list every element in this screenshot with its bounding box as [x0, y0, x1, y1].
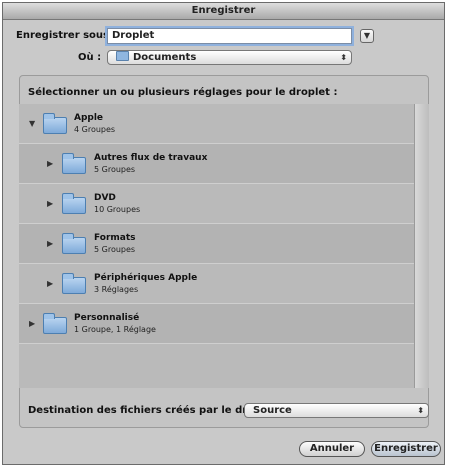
folder-icon	[43, 113, 67, 134]
list-item[interactable]: ▶ Autres flux de travaux 5 Groupes	[19, 144, 414, 184]
list-item-subtitle: 3 Réglages	[94, 285, 139, 294]
chevron-down-icon[interactable]: ▼	[29, 119, 35, 128]
list-item-title: Formats	[94, 233, 136, 243]
location-value: Documents	[133, 52, 197, 63]
list-item-title: Périphériques Apple	[94, 273, 198, 283]
folder-icon	[62, 153, 86, 174]
chevron-right-icon[interactable]: ▶	[29, 319, 35, 328]
list-item-subtitle: 1 Groupe, 1 Réglage	[74, 325, 156, 334]
list-item-subtitle: 5 Groupes	[94, 165, 136, 174]
chevron-right-icon[interactable]: ▶	[47, 199, 53, 208]
cancel-button[interactable]: Annuler	[299, 441, 365, 457]
folder-icon	[43, 313, 67, 334]
list-item[interactable]: ▼ Apple 4 Groupes	[19, 104, 414, 144]
list-item[interactable]: ▶ Formats 5 Groupes	[19, 224, 414, 264]
presets-list[interactable]: ▼ Apple 4 Groupes ▶ Autres flux de trava…	[19, 104, 414, 388]
list-item-subtitle: 5 Groupes	[94, 245, 136, 254]
presets-heading: Sélectionner un ou plusieurs réglages po…	[28, 87, 338, 98]
folder-icon	[62, 193, 86, 214]
save-as-input[interactable]: Droplet	[107, 28, 352, 44]
folder-icon	[62, 233, 86, 254]
list-item-subtitle: 4 Groupes	[74, 125, 116, 134]
list-item-title: Personnalisé	[74, 313, 140, 323]
updown-arrows-icon: ⬍	[417, 406, 424, 415]
list-item-title: Apple	[74, 113, 104, 123]
chevron-right-icon[interactable]: ▶	[47, 239, 53, 248]
list-item-subtitle: 10 Groupes	[94, 205, 141, 214]
save-button[interactable]: Enregistrer	[371, 441, 441, 457]
list-scrollbar[interactable]	[414, 104, 429, 388]
list-item[interactable]: ▶ Périphériques Apple 3 Réglages	[19, 264, 414, 304]
folder-icon	[62, 273, 86, 294]
list-item-title: Autres flux de travaux	[94, 153, 208, 163]
save-as-label: Enregistrer sous :	[16, 30, 117, 41]
window-title: Enregistrer	[3, 3, 444, 20]
chevron-down-icon: ▼	[363, 31, 371, 40]
save-dialog: Enregistrer Enregistrer sous : Droplet ▼…	[2, 2, 445, 465]
location-label: Où :	[78, 52, 102, 63]
expand-dialog-button[interactable]: ▼	[360, 29, 374, 43]
destination-value: Source	[253, 405, 292, 416]
updown-arrows-icon: ⬍	[340, 53, 347, 62]
location-popup[interactable]: Documents ⬍	[107, 50, 352, 65]
folder-icon	[116, 51, 129, 61]
list-item[interactable]: ▶ DVD 10 Groupes	[19, 184, 414, 224]
list-item[interactable]: ▶ Personnalisé 1 Groupe, 1 Réglage	[19, 304, 414, 344]
chevron-right-icon[interactable]: ▶	[47, 159, 53, 168]
destination-popup[interactable]: Source ⬍	[244, 403, 429, 418]
chevron-right-icon[interactable]: ▶	[47, 279, 53, 288]
list-item-title: DVD	[94, 193, 116, 203]
